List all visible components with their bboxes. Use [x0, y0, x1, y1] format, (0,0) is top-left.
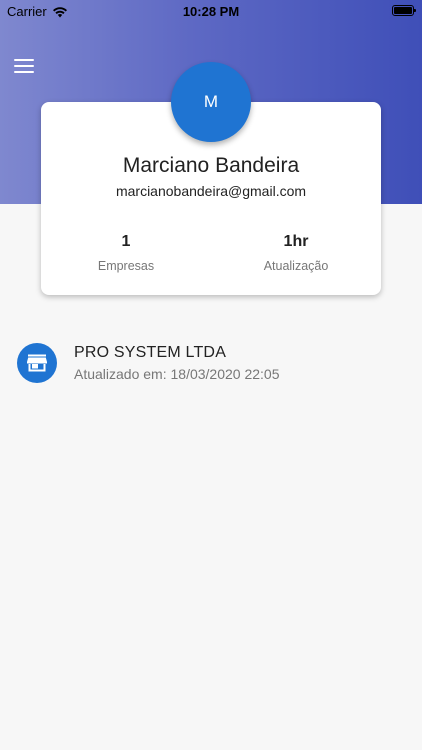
companies-label: Empresas — [97, 259, 155, 273]
avatar-initial: M — [203, 92, 219, 111]
menu-line — [14, 65, 34, 67]
companies-count: 1 — [121, 233, 131, 250]
company-updated-at: Atualizado em: 18/03/2020 22:05 — [74, 366, 280, 382]
update-stat: 1hr Atualização — [236, 233, 356, 273]
user-email: marcianobandeira@gmail.com — [115, 183, 307, 199]
store-icon — [17, 343, 57, 383]
menu-line — [14, 59, 34, 61]
companies-stat: 1 Empresas — [66, 233, 186, 273]
status-time: 10:28 PM — [182, 4, 240, 19]
status-bar: Carrier 10:28 PM — [0, 0, 422, 22]
hamburger-menu-icon[interactable] — [14, 56, 36, 74]
company-list-item[interactable]: PRO SYSTEM LTDA Atualizado em: 18/03/202… — [0, 335, 422, 391]
battery-icon — [392, 5, 416, 16]
update-label: Atualização — [263, 259, 329, 273]
avatar[interactable]: M — [171, 62, 251, 142]
store-icon-glyph — [27, 354, 47, 372]
update-value: 1hr — [283, 233, 309, 250]
menu-line — [14, 71, 34, 73]
user-name: Marciano Bandeira — [122, 154, 300, 177]
company-name: PRO SYSTEM LTDA — [74, 344, 227, 361]
